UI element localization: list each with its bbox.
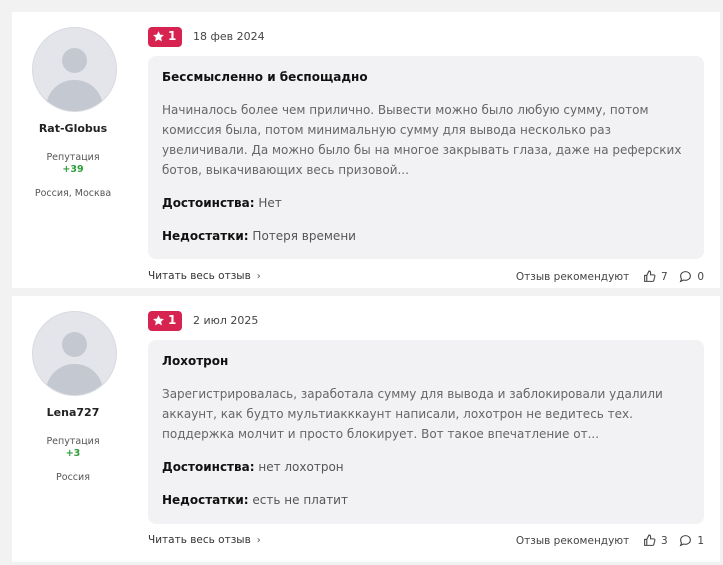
star-icon — [153, 315, 164, 326]
review-date: 18 фев 2024 — [193, 30, 265, 43]
author-name[interactable]: Rat-Globus — [12, 122, 134, 135]
review-date: 2 июл 2025 — [193, 314, 259, 327]
comment-button[interactable]: 0 — [679, 270, 704, 283]
like-count: 3 — [660, 534, 668, 547]
pros-value: нет лохотрон — [258, 460, 344, 474]
author-name[interactable]: Lena727 — [12, 406, 134, 419]
like-button[interactable]: 7 — [643, 270, 676, 283]
review-card: Lena727 Репутация +3 Россия 1 2 июл 2025… — [12, 296, 720, 562]
cons-label: Недостатки: — [162, 493, 249, 507]
cons-value: есть не платит — [252, 493, 348, 507]
like-count: 7 — [660, 270, 668, 283]
review-card: Rat-Globus Репутация +39 Россия, Москва … — [12, 12, 720, 288]
review-title[interactable]: Лохотрон — [162, 354, 228, 368]
star-icon — [153, 31, 164, 42]
chevron-right-icon: › — [256, 535, 261, 546]
like-button[interactable]: 3 — [643, 534, 676, 547]
rating-badge: 1 — [148, 27, 182, 47]
cons-label: Недостатки: — [162, 229, 249, 243]
review-cons: Недостатки: Потеря времени — [162, 229, 356, 243]
avatar[interactable] — [32, 27, 117, 112]
rating-value: 1 — [168, 313, 177, 327]
review-body[interactable]: Лохотрон Зарегистрировалась, заработала … — [148, 340, 704, 524]
review-stats: Отзыв рекомендуют 7 0 — [516, 270, 704, 283]
review-pros: Достоинства: нет лохотрон — [162, 460, 344, 474]
recommend-label: Отзыв рекомендуют — [515, 270, 630, 283]
thumbs-up-icon — [643, 270, 656, 282]
reputation-label: Репутация — [46, 436, 100, 447]
read-full-review-link[interactable]: Читать весь отзыв › — [148, 534, 261, 546]
author-location: Россия, Москва — [34, 188, 112, 199]
cons-value: Потеря времени — [252, 229, 356, 243]
comment-icon — [679, 535, 691, 547]
rating-badge: 1 — [148, 311, 182, 331]
rating-value: 1 — [168, 29, 177, 43]
read-more-label: Читать весь отзыв — [148, 270, 251, 282]
pros-label: Достоинства: — [162, 460, 255, 474]
review-cons: Недостатки: есть не платит — [162, 493, 348, 507]
pros-label: Достоинства: — [162, 196, 255, 210]
pros-value: Нет — [258, 196, 282, 210]
review-pros: Достоинства: Нет — [162, 196, 282, 210]
read-more-label: Читать весь отзыв — [148, 534, 251, 546]
read-full-review-link[interactable]: Читать весь отзыв › — [148, 270, 261, 282]
review-text: Начиналось более чем прилично. Вывести м… — [162, 103, 682, 177]
review-text: Зарегистрировалась, заработала сумму для… — [162, 387, 663, 441]
reputation-label: Репутация — [46, 152, 100, 163]
reputation-value: +39 — [62, 164, 84, 175]
author-location: Россия — [56, 472, 90, 483]
review-stats: Отзыв рекомендуют 3 1 — [516, 534, 704, 547]
reputation-value: +3 — [65, 448, 81, 459]
avatar[interactable] — [32, 311, 117, 396]
comment-count: 1 — [697, 534, 704, 547]
reviews-feed: Rat-Globus Репутация +39 Россия, Москва … — [0, 0, 723, 565]
recommend-label: Отзыв рекомендуют — [515, 534, 630, 547]
chevron-right-icon: › — [256, 271, 261, 282]
review-body[interactable]: Бессмысленно и беспощадно Начиналось бол… — [148, 56, 704, 259]
comment-button[interactable]: 1 — [679, 534, 704, 547]
comment-icon — [679, 271, 691, 283]
thumbs-up-icon — [643, 534, 656, 546]
review-title[interactable]: Бессмысленно и беспощадно — [162, 70, 368, 84]
comment-count: 0 — [697, 270, 704, 283]
